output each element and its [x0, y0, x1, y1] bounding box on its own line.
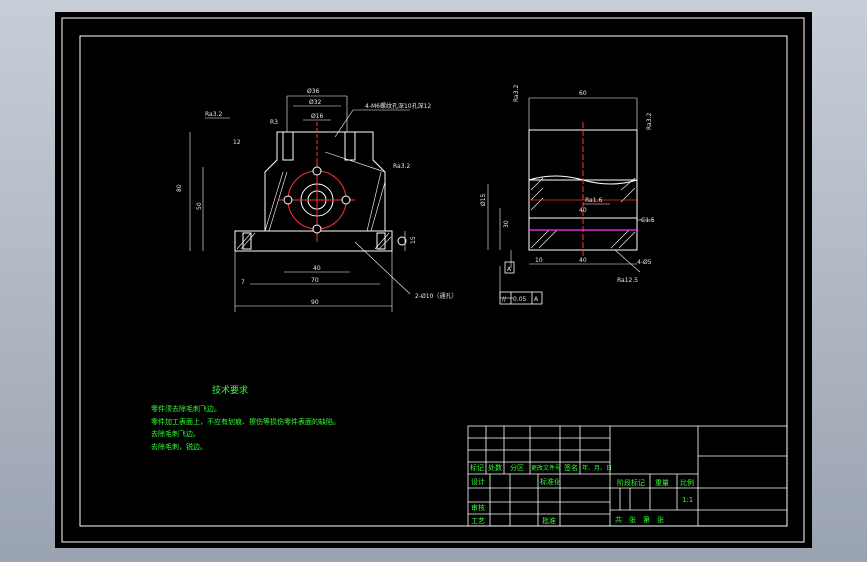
tb-zone: 分区 [510, 463, 524, 472]
right-boss [344, 131, 356, 161]
side-dim-lines [487, 97, 653, 299]
dim-ra-top-left: Ra3.2 [513, 85, 520, 102]
front-base [234, 230, 393, 252]
drawing-canvas[interactable]: Ø36 Ø32 Ø16 4-M6螺纹孔深10孔深12 Ra3.2 Ra3.2 8… [55, 12, 812, 548]
tech-note-3: 去除毛刺飞边。 [151, 429, 200, 438]
tb-sheets: 共 张 第 张 [615, 515, 664, 524]
bolt-circle [279, 122, 355, 242]
dim-w90: 90 [311, 299, 319, 306]
dim-12: 12 [233, 139, 241, 146]
tol-symbol: // [502, 296, 507, 303]
dim-ra-top-right: Ra3.2 [646, 113, 653, 130]
dim-d32: Ø32 [309, 99, 322, 106]
tech-notes: 技术要求 零件须去除毛刺飞边。 零件加工表面上，不应有划痕、擦伤等损伤零件表面的… [151, 384, 340, 451]
front-hatch [236, 171, 392, 250]
dim-ra-bottom: Ra12.5 [617, 277, 638, 284]
tol-datum: A [534, 296, 539, 303]
tech-note-1: 零件须去除毛刺飞边。 [151, 404, 221, 413]
dim-side-h15: Ø15 [480, 193, 487, 206]
dim-ra-mid: Ra1.6 [585, 197, 602, 204]
dim-h15: 15 [410, 236, 417, 244]
front-view [234, 131, 407, 252]
title-block-grid [467, 425, 788, 527]
tb-scale: 1:1 [682, 496, 693, 504]
tb-process: 工艺 [471, 517, 485, 525]
tb-weight: 重量 [655, 479, 669, 487]
tb-approve: 批准 [542, 516, 556, 525]
inner-frame [79, 35, 788, 527]
dim-bolt: 4-Ø5 [637, 259, 652, 266]
cad-window: Ø36 Ø32 Ø16 4-M6螺纹孔深10孔深12 Ra3.2 Ra3.2 8… [0, 0, 867, 562]
tb-standard: 标准化 [540, 477, 561, 486]
dim-ra-right: Ra3.2 [393, 163, 410, 170]
tb-doc: 更改文件号 [531, 464, 561, 472]
dim-side-inner: 40 [579, 207, 587, 214]
front-dim-lines [189, 95, 411, 312]
dim-r3: R3 [270, 119, 278, 126]
dim-w40: 40 [313, 265, 321, 272]
dim-top-60: 60 [579, 90, 587, 97]
dim-chamfer: C1.5 [641, 217, 655, 224]
side-dims: 60 Ra3.2 Ra3.2 Ø15 30 10 40 40 Ra1.6 C1.… [480, 85, 655, 284]
dim-d36: Ø36 [307, 88, 320, 95]
tech-note-2: 零件加工表面上，不应有划痕、擦伤等损伤零件表面的缺陷。 [151, 417, 340, 426]
tb-date: 年、月、日 [582, 464, 612, 472]
tech-title: 技术要求 [212, 384, 248, 396]
dim-holes: 2-Ø10（通孔） [415, 292, 457, 300]
dim-side-40: 40 [579, 257, 587, 264]
dim-w70: 70 [311, 277, 319, 284]
left-boss [282, 131, 294, 161]
dim-7: 7 [241, 279, 245, 286]
dim-h80: 80 [176, 184, 183, 192]
drawing-svg: Ø36 Ø32 Ø16 4-M6螺纹孔深10孔深12 Ra3.2 Ra3.2 8… [61, 17, 805, 543]
dim-side-10: 10 [535, 257, 543, 264]
dim-h50: 50 [196, 202, 203, 210]
tb-sign: 签名 [564, 463, 578, 472]
tb-stage: 阶段标记 [617, 478, 645, 487]
datum-a: A [504, 261, 515, 274]
tb-scale-label: 比例 [680, 478, 694, 487]
dim-ra-left: Ra3.2 [205, 111, 222, 118]
tb-design: 设计 [471, 477, 485, 486]
dim-side-h30: 30 [503, 220, 510, 228]
dim-d16: Ø16 [311, 113, 324, 120]
tol-value: 0.05 [513, 296, 527, 303]
tb-check: 审核 [471, 503, 485, 512]
tb-mark: 标记 [470, 463, 484, 472]
dim-thread: 4-M6螺纹孔深10孔深12 [365, 102, 431, 110]
outer-frame [61, 17, 805, 543]
tech-note-4: 去除毛刺，锐边。 [151, 442, 207, 451]
tb-count: 处数 [488, 463, 502, 472]
